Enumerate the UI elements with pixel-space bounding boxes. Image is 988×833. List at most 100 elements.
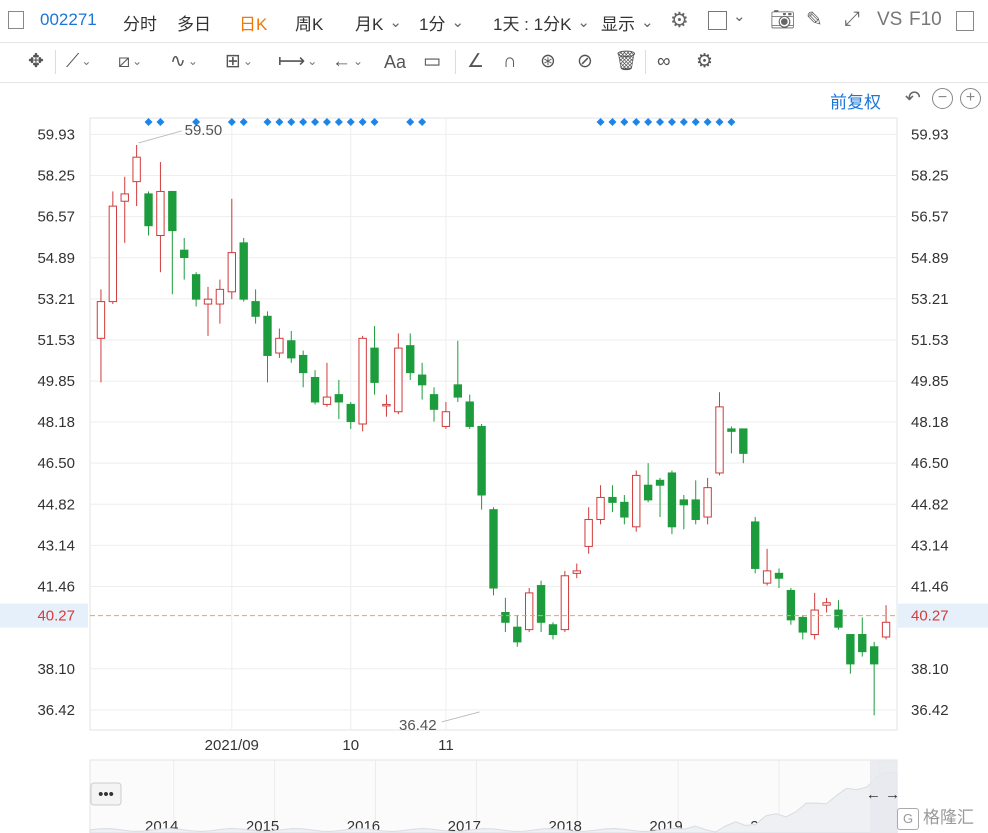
- candle-body: [441, 411, 451, 427]
- signal-diamond: [406, 118, 415, 126]
- candle-body: [215, 288, 225, 305]
- candle: [489, 507, 498, 596]
- y-tick-label-right: 54.89: [911, 250, 949, 267]
- candle-body: [858, 634, 867, 653]
- chart-grid: [89, 117, 898, 731]
- candle-body: [334, 394, 344, 403]
- candle: [691, 480, 700, 525]
- y-tick-label-right: 44.82: [911, 496, 949, 513]
- candle: [608, 485, 617, 513]
- candle: [108, 191, 118, 305]
- candle-body: [322, 396, 332, 405]
- candle: [465, 394, 474, 429]
- watermark-logo: G 格隆汇: [897, 803, 974, 830]
- candle-body: [406, 345, 415, 374]
- signal-diamond: [370, 118, 379, 126]
- candle-body: [834, 609, 843, 628]
- candle-body: [560, 575, 570, 631]
- candle-body: [168, 190, 177, 232]
- low-annotation-line: [441, 711, 480, 723]
- candle: [441, 401, 451, 429]
- current-price-label-left: 40.27: [37, 608, 75, 625]
- y-tick-label-left: 58.25: [37, 168, 75, 185]
- y-tick-label-left: 54.89: [37, 250, 75, 267]
- signal-diamond: [632, 118, 641, 126]
- candle-body: [394, 347, 403, 413]
- signal-diamond: [644, 118, 653, 126]
- signal-diamond: [275, 118, 284, 126]
- candle-body: [691, 499, 700, 520]
- candle-body: [346, 403, 355, 423]
- signal-diamond: [311, 118, 320, 126]
- candle: [632, 470, 641, 532]
- candle-body: [774, 572, 784, 579]
- candle: [382, 394, 391, 417]
- signal-diamond: [715, 118, 724, 126]
- candle: [203, 286, 213, 336]
- y-tick-label-right: 43.14: [911, 537, 949, 554]
- candle: [572, 563, 581, 579]
- candles: [96, 144, 891, 716]
- candle: [287, 330, 296, 363]
- watermark-text: 格隆汇: [923, 808, 974, 827]
- candle: [786, 588, 796, 625]
- y-tick-label-left: 46.50: [37, 455, 75, 472]
- candle-body: [489, 509, 498, 589]
- kline-chart[interactable]: 59.93 59.93 58.25 58.25 56.57 56.57 54.89 54.89…: [0, 0, 988, 833]
- candle-body: [739, 428, 748, 454]
- candle: [727, 426, 736, 454]
- candle: [334, 379, 344, 420]
- candle-body: [227, 252, 236, 293]
- signal-diamond: [144, 118, 153, 126]
- candle-body: [596, 496, 605, 520]
- signal-diamond: [346, 118, 355, 126]
- candle: [227, 198, 236, 300]
- candle: [370, 326, 379, 395]
- candle: [168, 190, 177, 295]
- candle-body: [477, 425, 486, 496]
- candle: [453, 340, 463, 402]
- signal-diamond: [156, 118, 165, 126]
- high-annotation-line: [138, 130, 182, 144]
- y-tick-label-left: 59.93: [37, 126, 75, 143]
- current-price-label-right: 40.27: [911, 608, 949, 625]
- candle: [263, 311, 272, 383]
- y-tick-label-left: 36.42: [37, 702, 75, 719]
- candle-body: [643, 484, 653, 501]
- signal-diamond: [596, 118, 605, 126]
- candle-body: [822, 602, 831, 606]
- candle-body: [513, 626, 522, 643]
- candle-body: [846, 634, 855, 665]
- candle: [156, 162, 165, 273]
- candle: [310, 370, 320, 405]
- signal-diamond: [727, 118, 736, 126]
- candle: [798, 614, 807, 640]
- candle: [524, 588, 534, 633]
- candle-body: [263, 315, 272, 356]
- candle: [215, 279, 225, 324]
- y-tick-label-right: 58.25: [911, 168, 949, 185]
- y-tick-label-left: 43.14: [37, 537, 75, 554]
- candle: [298, 350, 308, 388]
- navigator[interactable]: 20142015201620172018201920202021•••← →: [89, 759, 900, 833]
- candle-body: [251, 301, 260, 317]
- candle-body: [762, 570, 772, 584]
- candle-body: [239, 242, 248, 300]
- candle-body: [501, 611, 510, 623]
- signal-diamond: [667, 118, 676, 126]
- candle: [120, 176, 129, 243]
- annotations: 59.50 36.42: [138, 122, 480, 734]
- candle: [584, 507, 593, 554]
- candle: [774, 568, 784, 589]
- y-tick-label-right: 49.85: [911, 373, 949, 390]
- candle: [477, 424, 486, 510]
- signal-diamond: [608, 118, 617, 126]
- y-tick-label-right: 56.57: [911, 209, 949, 226]
- candle: [762, 548, 772, 586]
- signal-diamond: [620, 118, 629, 126]
- y-tick-label-right: 36.42: [911, 702, 949, 719]
- signal-marks: [144, 118, 736, 126]
- candle-body: [96, 301, 106, 339]
- candle-body: [132, 156, 141, 183]
- signal-diamond: [334, 118, 343, 126]
